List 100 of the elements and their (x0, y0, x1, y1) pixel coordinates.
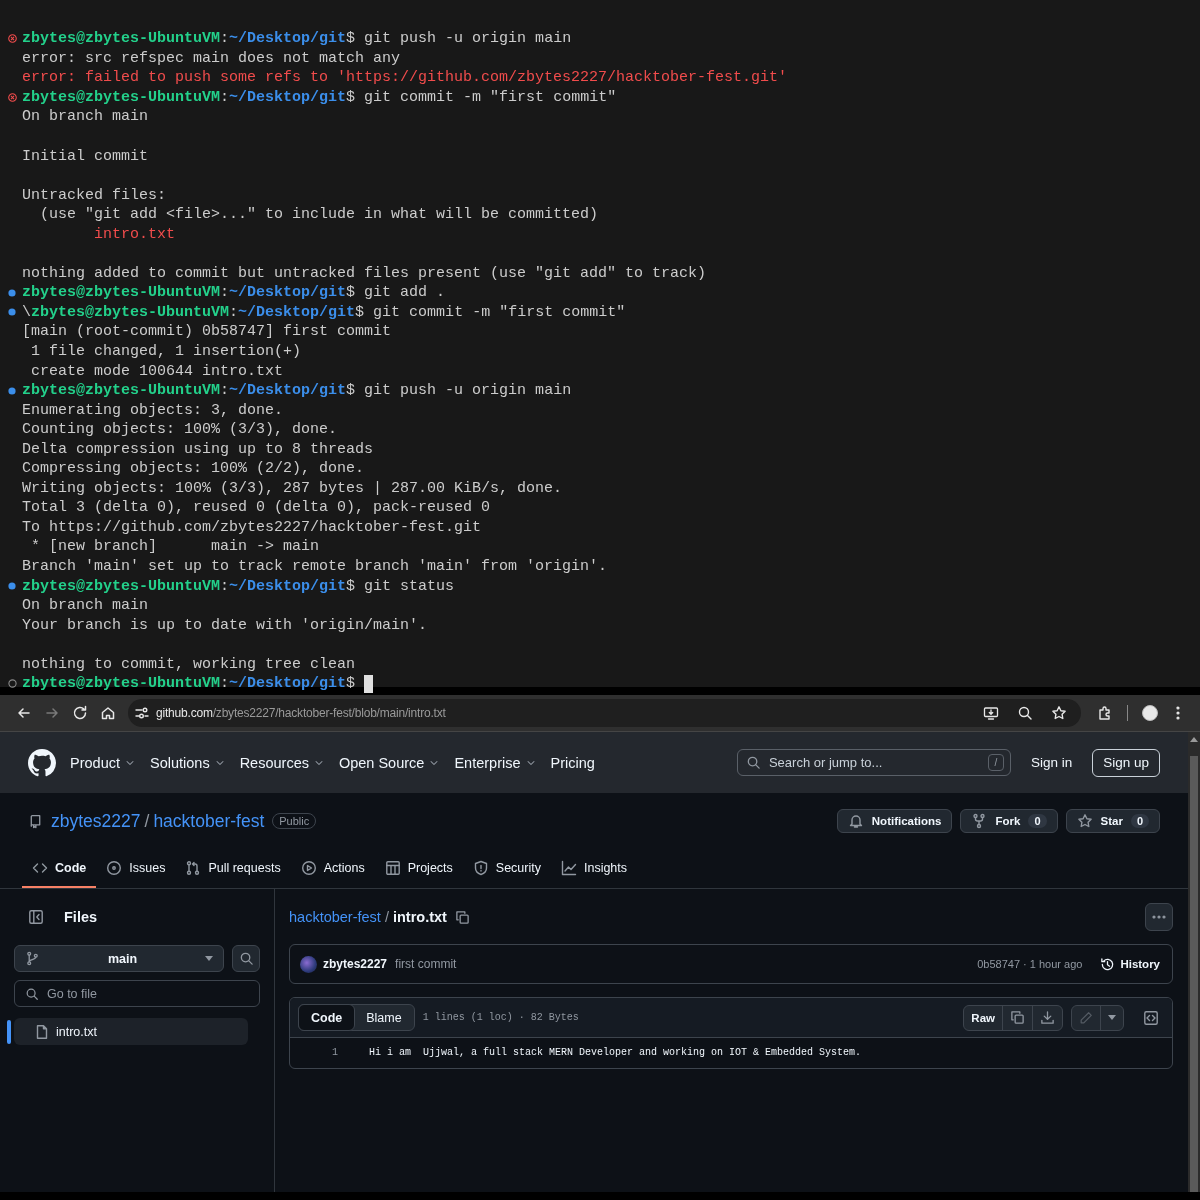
counter: 0 (1028, 814, 1047, 828)
repo-tab[interactable]: Projects (407, 861, 453, 875)
scrollbar[interactable] (1188, 732, 1200, 1192)
output-line: Your branch is up to date with 'origin/main'. (22, 615, 428, 635)
branch-selector[interactable]: main (14, 945, 224, 972)
history-button[interactable]: History (1100, 956, 1160, 972)
install-icon (983, 705, 999, 721)
star-icon (1076, 813, 1093, 829)
caret-icon (205, 956, 213, 961)
pencil-icon (1079, 1010, 1093, 1025)
output-line: To https://github.com/zbytes2227/hacktober-fest.git (22, 517, 482, 537)
repo-owner-link[interactable]: zbytes2227 (51, 810, 141, 832)
go-to-file-box[interactable]: Go to file (14, 980, 260, 1007)
github-logo[interactable] (28, 748, 56, 777)
output-line: Total 3 (delta 0), reused 0 (delta 0), pack-reused 0 (22, 498, 491, 518)
play-circle-icon (300, 860, 317, 876)
reload-icon (72, 705, 88, 721)
author-avatar (300, 955, 317, 973)
counter: 0 (1130, 814, 1149, 828)
nav-menu-item[interactable]: Resources (239, 754, 325, 771)
output-line: nothing added to commit but untracked files present (use "git add" to track) (22, 263, 707, 283)
code-icon (32, 860, 48, 876)
prompt-line: zbytes@zbytes-UbuntuVM:~/Desktop/git$ git add . (22, 283, 446, 303)
search-icon (25, 986, 39, 1001)
nav-menu-item[interactable]: Product (70, 754, 136, 771)
files-title: Files (64, 909, 98, 925)
profile-avatar[interactable] (1142, 705, 1158, 721)
pull-request-icon (185, 860, 202, 876)
repo-tab[interactable]: Pull requests (208, 861, 281, 875)
symbols-icon (1143, 1009, 1159, 1026)
download-icon (1040, 1010, 1055, 1025)
table-icon (384, 860, 401, 876)
copy-icon (1010, 1010, 1025, 1025)
output-line: On branch main (22, 596, 149, 616)
output-line: Initial commit (22, 146, 149, 166)
repo-tab[interactable]: Actions (323, 861, 365, 875)
search-icon (745, 755, 761, 770)
fork-button[interactable]: Fork 0 (960, 809, 1058, 833)
output-line: [main (root-commit) 0b58747] first commit (22, 322, 392, 342)
output-line: Enumerating objects: 3, done. (22, 400, 284, 420)
repo-name-link[interactable]: hacktober-fest (153, 810, 265, 832)
extensions-icon (1097, 705, 1113, 721)
star-button[interactable]: Star 0 (1065, 809, 1160, 833)
output-line: nothing to commit, working tree clean (22, 654, 356, 674)
sign-up-button[interactable]: Sign up (1092, 748, 1160, 777)
copy-icon (454, 909, 470, 925)
error-line: intro.txt (93, 224, 176, 244)
prompt-line: \zbytes@zbytes-UbuntuVM:~/Desktop/git$ git commit -m "first commit" (22, 302, 626, 322)
back-icon (16, 705, 32, 721)
sign-in-link[interactable]: Sign in (1030, 755, 1073, 770)
commit-message: first commit (395, 957, 457, 971)
output-line: Branch 'main' set up to track remote branch 'main' from 'origin'. (22, 557, 608, 577)
output-line: Writing objects: 100% (3/3), 287 bytes | 287.00 KiB/s, done. (22, 478, 563, 498)
search-box[interactable]: Search or jump to... / (736, 749, 1011, 776)
shield-icon (472, 860, 489, 876)
bell-icon (847, 813, 864, 829)
go-to-file-field[interactable]: Go to file (47, 986, 249, 1001)
author-link[interactable]: zbytes2227 (323, 957, 388, 971)
nav-menu-item[interactable]: Open Source (338, 754, 441, 771)
repo-tab[interactable]: Insights (583, 861, 628, 875)
search-icon (238, 951, 254, 966)
output-line: 1 file changed, 1 insertion(+) (30, 342, 302, 361)
repo-icon (28, 813, 43, 829)
output-line: Counting objects: 100% (3/3), done. (22, 420, 338, 440)
output-line: error: src refspec main does not match any (22, 48, 401, 68)
path-separator: / (144, 810, 150, 832)
repo-tab[interactable]: Issues (129, 861, 166, 875)
fork-icon (971, 813, 988, 829)
output-line: Compressing objects: 100% (2/2), done. (22, 459, 365, 479)
prompt-line: zbytes@zbytes-UbuntuVM:~/Desktop/git$ git commit -m "first commit" (22, 87, 617, 107)
file-stats: 1 lines (1 loc) · 82 Bytes (422, 1012, 579, 1023)
search-button[interactable] (232, 945, 260, 972)
commit-meta: 0b58747 · 1 hour ago (977, 958, 1083, 970)
search-field[interactable]: Search or jump to... (768, 755, 980, 770)
more-options-button[interactable] (1145, 903, 1173, 931)
view-mode-tab[interactable]: Blame (354, 1005, 414, 1030)
nav-menu-item[interactable]: Solutions (150, 754, 226, 771)
caret-icon (1108, 1015, 1116, 1020)
path-separator: / (384, 909, 389, 925)
prompt-line: zbytes@zbytes-UbuntuVM:~/Desktop/git$ git push -u origin main (22, 29, 572, 49)
error-line: error: failed to push some refs to 'https://github.com/zbytes2227/hacktober-fest.git' (22, 68, 788, 88)
repo-tab[interactable]: Code (55, 861, 87, 875)
graph-icon (560, 860, 577, 876)
branch-icon (25, 951, 40, 966)
issue-circle-icon (106, 860, 123, 876)
repo-tab[interactable]: Security (495, 861, 541, 875)
output-line: Delta compression using up to 8 threads (22, 439, 374, 459)
notifications-button[interactable]: Notifications (836, 809, 953, 833)
output-line: create mode 100644 intro.txt (30, 361, 284, 381)
history-icon (1100, 956, 1116, 972)
address-bar[interactable]: github.com/zbytes2227/hacktober-fest/blob/main/intro.txt (128, 699, 1081, 727)
file-icon (34, 1023, 50, 1040)
file-name: intro.txt (392, 909, 447, 925)
breadcrumb-link[interactable]: hacktober-fest (289, 909, 381, 925)
prompt-line: zbytes@zbytes-UbuntuVM:~/Desktop/git$ (22, 674, 357, 694)
panel-icon (28, 909, 44, 925)
tune-icon (134, 705, 150, 721)
view-mode-tab[interactable]: Code (298, 1004, 356, 1031)
nav-menu-item[interactable]: Enterprise (454, 754, 537, 771)
nav-menu-item[interactable]: Pricing (550, 754, 595, 771)
